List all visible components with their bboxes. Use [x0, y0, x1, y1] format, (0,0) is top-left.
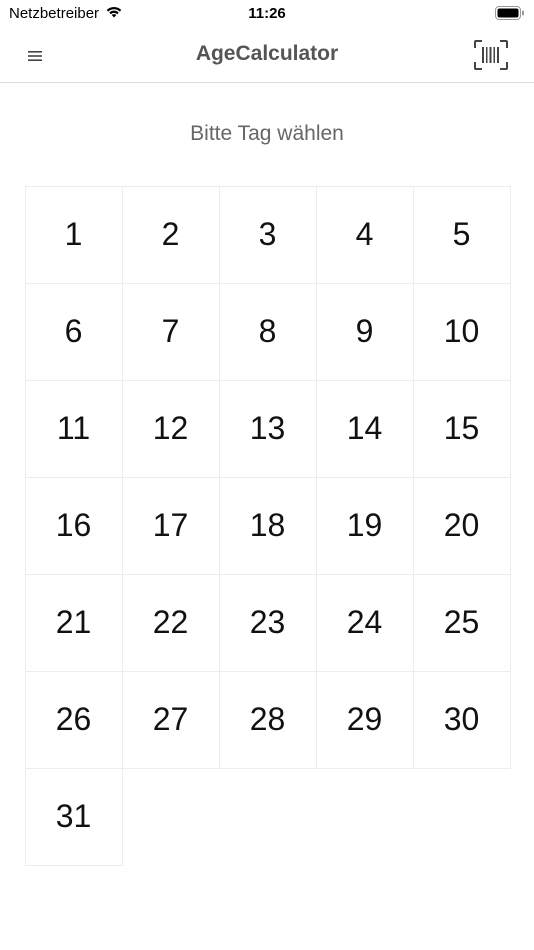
day-cell-20[interactable]: 20	[412, 476, 511, 575]
day-cell-30[interactable]: 30	[412, 670, 511, 769]
day-cell-5[interactable]: 5	[412, 185, 511, 284]
day-cell-6[interactable]: 6	[24, 282, 123, 381]
day-cell-22[interactable]: 22	[121, 573, 220, 672]
day-cell-18[interactable]: 18	[218, 476, 317, 575]
day-cell-24[interactable]: 24	[315, 573, 414, 672]
day-cell-21[interactable]: 21	[24, 573, 123, 672]
day-cell-17[interactable]: 17	[121, 476, 220, 575]
day-cell-1[interactable]: 1	[24, 185, 123, 284]
day-cell-31[interactable]: 31	[24, 767, 123, 866]
status-time: 11:26	[248, 5, 286, 22]
battery-icon	[495, 6, 525, 25]
day-cell-15[interactable]: 15	[412, 379, 511, 478]
day-cell-2[interactable]: 2	[121, 185, 220, 284]
day-cell-9[interactable]: 9	[315, 282, 414, 381]
navigation-bar: AgeCalculator	[0, 28, 534, 83]
day-cell-10[interactable]: 10	[412, 282, 511, 381]
day-cell-8[interactable]: 8	[218, 282, 317, 381]
day-cell-4[interactable]: 4	[315, 185, 414, 284]
day-cell-29[interactable]: 29	[315, 670, 414, 769]
day-cell-19[interactable]: 19	[315, 476, 414, 575]
day-cell-12[interactable]: 12	[121, 379, 220, 478]
day-cell-23[interactable]: 23	[218, 573, 317, 672]
day-cell-25[interactable]: 25	[412, 573, 511, 672]
barcode-scan-icon[interactable]	[474, 40, 508, 70]
day-prompt: Bitte Tag wählen	[190, 122, 344, 145]
day-cell-3[interactable]: 3	[218, 185, 317, 284]
day-cell-26[interactable]: 26	[24, 670, 123, 769]
day-cell-11[interactable]: 11	[24, 379, 123, 478]
day-cell-27[interactable]: 27	[121, 670, 220, 769]
page-title: AgeCalculator	[195, 42, 339, 65]
day-grid: 1 2 3 4 5 6 7 8 9 10 11 12 13 14 15 16 17 18 19 20 21 22 23 24 2…	[24, 185, 511, 866]
day-cell-28[interactable]: 28	[218, 670, 317, 769]
day-cell-13[interactable]: 13	[218, 379, 317, 478]
status-bar: Netzbetreiber 11:26	[0, 0, 534, 28]
day-cell-16[interactable]: 16	[24, 476, 123, 575]
day-cell-14[interactable]: 14	[315, 379, 414, 478]
day-cell-7[interactable]: 7	[121, 282, 220, 381]
